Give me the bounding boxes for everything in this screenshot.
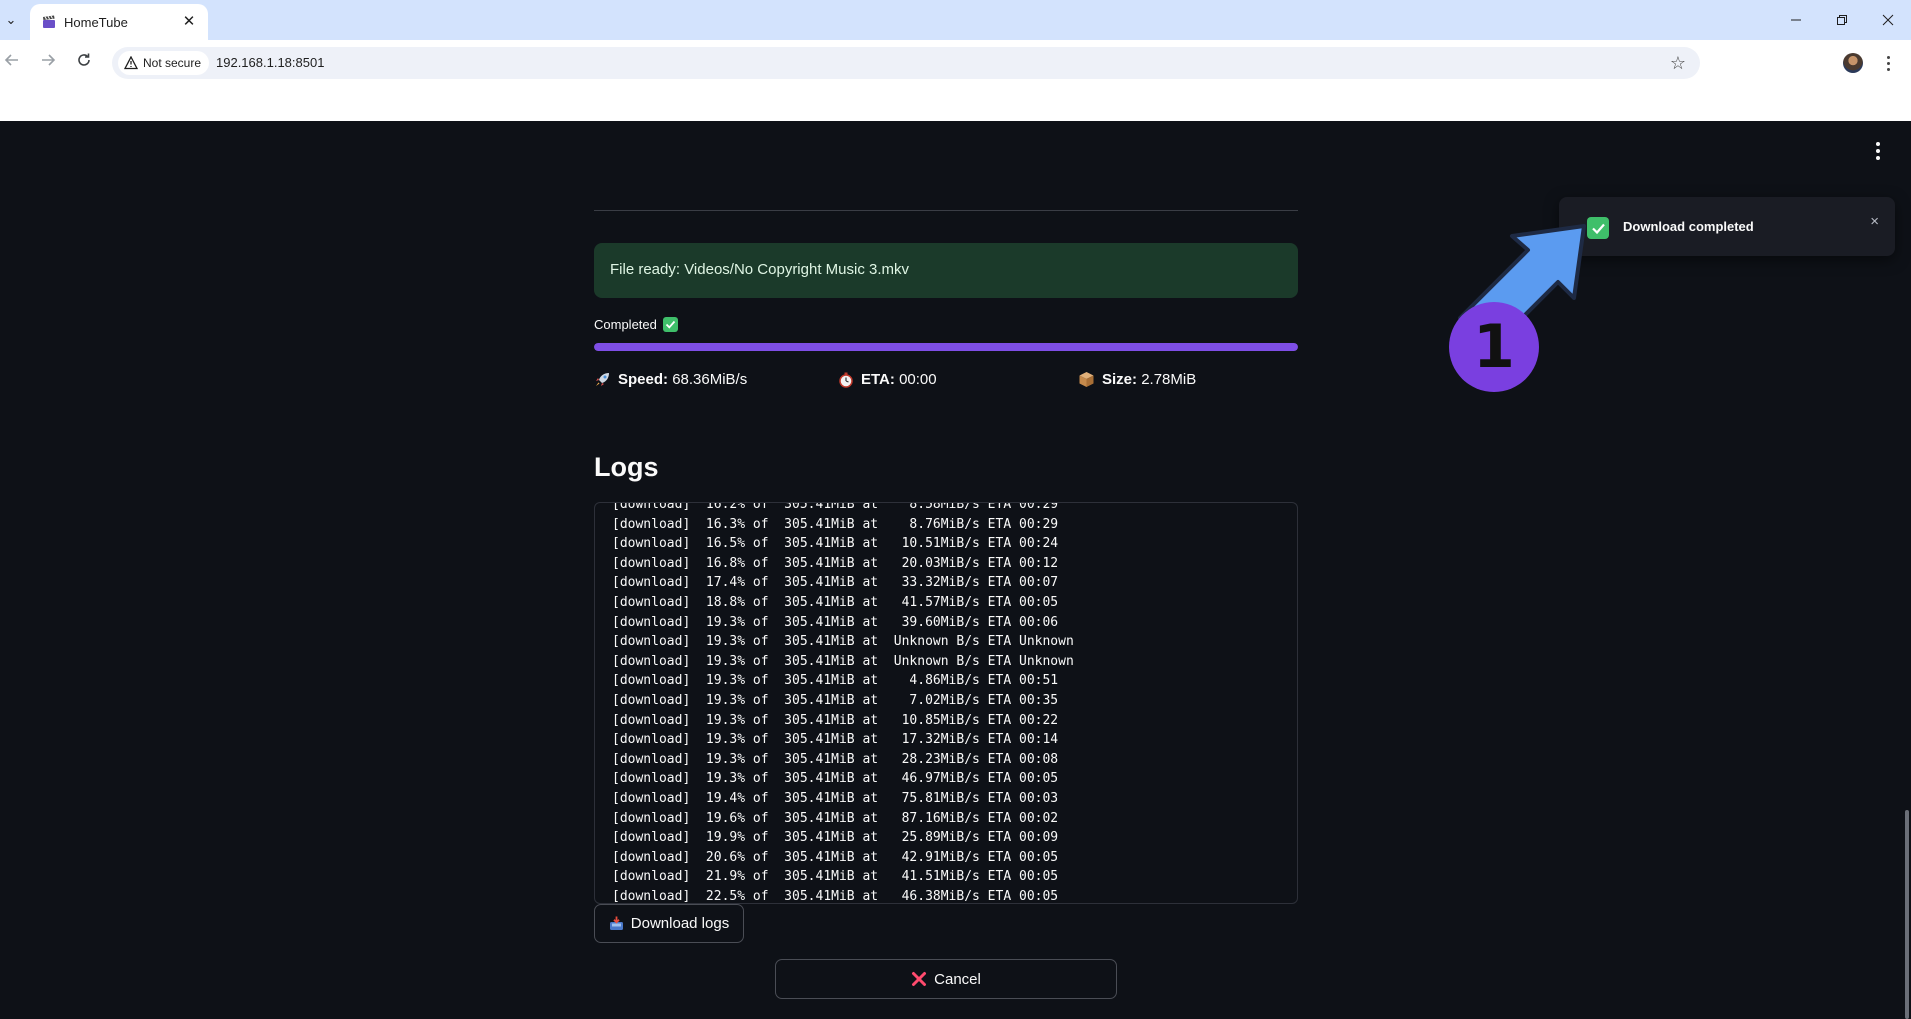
log-line: [download] 19.9% of 305.41MiB at 25.89Mi… xyxy=(612,830,1059,846)
security-label: Not secure xyxy=(143,56,202,70)
warning-icon xyxy=(124,56,138,70)
url-text[interactable]: 192.168.1.18:8501 xyxy=(216,55,324,70)
log-line: [download] 19.3% of 305.41MiB at 17.32Mi… xyxy=(612,732,1059,748)
log-line: [download] 19.3% of 305.41MiB at Unknown… xyxy=(612,634,1074,650)
log-line: [download] 16.8% of 305.41MiB at 20.03Mi… xyxy=(612,555,1059,571)
log-line: [download] 19.6% of 305.41MiB at 87.16Mi… xyxy=(612,810,1059,826)
reload-icon[interactable] xyxy=(70,46,98,74)
restore-icon[interactable] xyxy=(1819,0,1865,40)
speed-label: Speed: xyxy=(618,371,669,388)
cancel-label: Cancel xyxy=(934,970,981,988)
package-icon xyxy=(1079,372,1094,387)
step-number-badge: 1 xyxy=(1449,302,1539,392)
tab-close-icon[interactable]: ✕ xyxy=(180,12,198,30)
log-line: [download] 19.3% of 305.41MiB at Unknown… xyxy=(612,653,1074,669)
browser-menu-icon[interactable] xyxy=(1878,50,1898,76)
log-line: [download] 19.4% of 305.41MiB at 75.81Mi… xyxy=(612,790,1059,806)
toast-close-icon[interactable]: × xyxy=(1870,213,1879,230)
tab-title: HomeTube xyxy=(64,15,128,30)
browser-tab[interactable]: HomeTube ✕ xyxy=(30,4,208,40)
check-mark-icon xyxy=(662,317,678,332)
stopwatch-icon xyxy=(839,372,853,388)
minimize-icon[interactable] xyxy=(1773,0,1819,40)
log-line: [download] 17.4% of 305.41MiB at 33.32Mi… xyxy=(612,575,1059,591)
cross-mark-icon xyxy=(912,972,927,986)
logs-heading: Logs xyxy=(594,452,659,482)
file-ready-text: File ready: Videos/No Copyright Music 3.… xyxy=(610,261,910,278)
log-line: [download] 19.3% of 305.41MiB at 4.86MiB… xyxy=(612,673,1059,689)
eta-value: 00:00 xyxy=(899,371,937,388)
log-line: [download] 20.6% of 305.41MiB at 42.91Mi… xyxy=(612,849,1059,865)
logs-code-block[interactable]: [download] 16.2% of 305.41MiB at 8.58MiB… xyxy=(594,502,1298,904)
toast-notification: Download completed × xyxy=(1559,197,1895,256)
inbox-tray-icon xyxy=(609,916,623,930)
log-line: [download] 19.3% of 305.41MiB at 7.02MiB… xyxy=(612,692,1059,708)
speed-value: 68.36MiB/s xyxy=(672,371,748,388)
log-line: [download] 16.3% of 305.41MiB at 8.76MiB… xyxy=(612,516,1059,532)
section-divider xyxy=(594,210,1298,211)
size-label: Size: xyxy=(1102,371,1138,388)
size-metric: Size: 2.78MiB xyxy=(1078,371,1196,388)
app-main-menu-icon[interactable] xyxy=(1868,140,1888,162)
eta-metric: ETA: 00:00 xyxy=(838,371,937,388)
log-line: [download] 16.5% of 305.41MiB at 10.51Mi… xyxy=(612,536,1059,552)
clapperboard-icon xyxy=(43,15,55,28)
log-line: [download] 19.3% of 305.41MiB at 10.85Mi… xyxy=(612,712,1059,728)
browser-tab-strip: ⌄ HomeTube ✕ xyxy=(0,0,1911,40)
download-progress-bar xyxy=(594,343,1298,351)
profile-avatar[interactable] xyxy=(1843,53,1863,73)
file-ready-alert: File ready: Videos/No Copyright Music 3.… xyxy=(594,243,1298,298)
log-line: [download] 21.9% of 305.41MiB at 41.51Mi… xyxy=(612,869,1059,885)
page-header-strip xyxy=(0,80,1911,121)
status-text: Completed xyxy=(594,317,657,332)
rocket-icon xyxy=(596,373,609,386)
progress-fill xyxy=(594,343,1298,351)
log-line: [download] 18.8% of 305.41MiB at 41.57Mi… xyxy=(612,594,1059,610)
log-line: [download] 19.3% of 305.41MiB at 39.60Mi… xyxy=(612,614,1059,630)
size-value: 2.78MiB xyxy=(1141,371,1197,388)
address-bar[interactable]: Not secure 192.168.1.18:8501 ☆ xyxy=(112,47,1700,79)
security-chip[interactable]: Not secure xyxy=(118,51,210,75)
cancel-button[interactable]: Cancel xyxy=(775,959,1117,999)
toast-message: Download completed xyxy=(1623,219,1754,234)
page-scrollbar-thumb[interactable] xyxy=(1905,810,1909,1019)
eta-label: ETA: xyxy=(861,371,895,388)
window-close-icon[interactable] xyxy=(1865,0,1911,40)
bookmark-star-icon[interactable]: ☆ xyxy=(1670,53,1686,73)
log-line: [download] 16.2% of 305.41MiB at 8.58MiB… xyxy=(612,502,1059,512)
log-line: [download] 19.3% of 305.41MiB at 46.97Mi… xyxy=(612,771,1059,787)
log-lines: [download] 16.2% of 305.41MiB at 8.58MiB… xyxy=(612,502,1074,904)
tab-search-chevron-icon[interactable]: ⌄ xyxy=(0,9,22,31)
back-icon[interactable] xyxy=(0,46,26,74)
log-line: [download] 22.5% of 305.41MiB at 46.38Mi… xyxy=(612,888,1059,904)
speed-metric: Speed: 68.36MiB/s xyxy=(594,371,747,388)
download-logs-label: Download logs xyxy=(630,915,730,932)
forward-icon[interactable] xyxy=(34,46,62,74)
download-logs-button[interactable]: Download logs xyxy=(594,904,744,943)
progress-status: Completed xyxy=(594,317,678,332)
log-line: [download] 19.3% of 305.41MiB at 28.23Mi… xyxy=(612,751,1059,767)
